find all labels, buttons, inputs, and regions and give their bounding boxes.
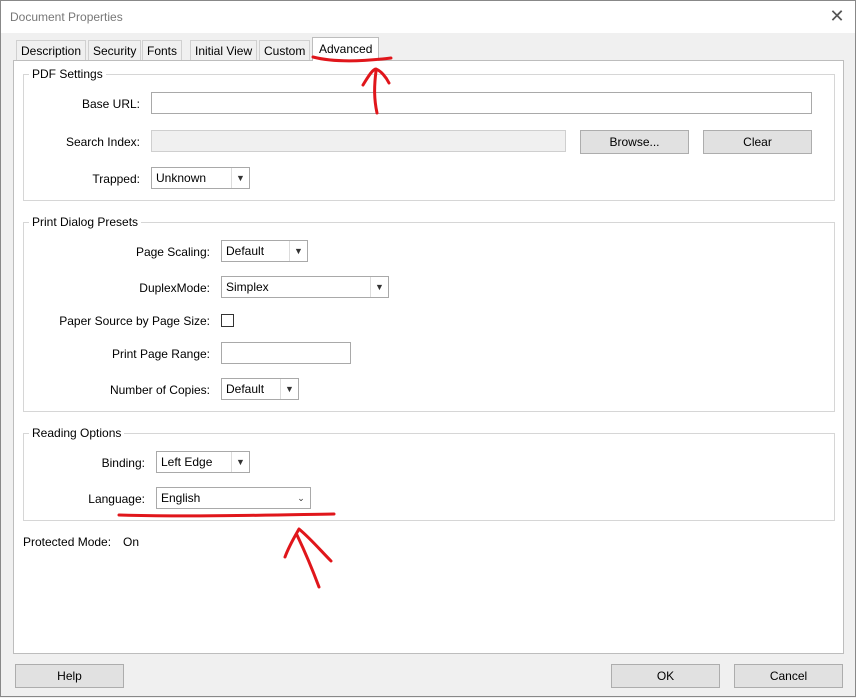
print-page-range-input[interactable] bbox=[221, 342, 351, 364]
tab-initial-view[interactable]: Initial View bbox=[190, 40, 258, 60]
title-bar: Document Properties ✕ bbox=[1, 1, 855, 33]
pdf-settings-title: PDF Settings bbox=[29, 67, 106, 81]
window-title: Document Properties bbox=[10, 10, 123, 24]
number-of-copies-select[interactable]: Default ▼ bbox=[221, 378, 299, 400]
binding-select[interactable]: Left Edge ▼ bbox=[156, 451, 250, 473]
reading-options-title: Reading Options bbox=[29, 426, 125, 440]
cancel-button[interactable]: Cancel bbox=[734, 664, 843, 688]
paper-source-label: Paper Source by Page Size: bbox=[59, 314, 210, 328]
ok-button[interactable]: OK bbox=[611, 664, 720, 688]
clear-button[interactable]: Clear bbox=[703, 130, 812, 154]
protected-mode-label: Protected Mode: bbox=[23, 535, 112, 549]
language-value: English bbox=[161, 491, 201, 505]
language-select[interactable]: English ⌄ bbox=[156, 487, 311, 509]
duplex-mode-label: DuplexMode: bbox=[139, 281, 210, 295]
base-url-input[interactable] bbox=[151, 92, 812, 114]
language-label: Language: bbox=[88, 492, 145, 506]
search-index-field bbox=[151, 130, 566, 152]
chevron-down-icon: ▼ bbox=[231, 168, 249, 188]
tab-custom[interactable]: Custom bbox=[259, 40, 311, 60]
tab-fonts[interactable]: Fonts bbox=[142, 40, 183, 60]
search-index-label: Search Index: bbox=[65, 135, 140, 149]
chevron-down-icon: ▼ bbox=[289, 241, 307, 261]
binding-label: Binding: bbox=[101, 456, 145, 470]
base-url-label: Base URL: bbox=[81, 97, 140, 111]
duplex-mode-select[interactable]: Simplex ▼ bbox=[221, 276, 389, 298]
duplex-mode-value: Simplex bbox=[226, 280, 269, 294]
chevron-down-icon: ▼ bbox=[280, 379, 298, 399]
number-of-copies-label: Number of Copies: bbox=[109, 383, 210, 397]
chevron-down-icon: ⌄ bbox=[297, 493, 305, 503]
paper-source-checkbox[interactable] bbox=[221, 314, 234, 327]
page-scaling-value: Default bbox=[226, 244, 265, 258]
trapped-select[interactable]: Unknown ▼ bbox=[151, 167, 250, 189]
binding-value: Left Edge bbox=[161, 455, 213, 469]
browse-button[interactable]: Browse... bbox=[580, 130, 689, 154]
tab-security[interactable]: Security bbox=[88, 40, 142, 60]
page-scaling-select[interactable]: Default ▼ bbox=[221, 240, 308, 262]
help-button[interactable]: Help bbox=[15, 664, 124, 688]
close-icon[interactable]: ✕ bbox=[827, 6, 847, 26]
document-properties-dialog: Document Properties ✕ Description Securi… bbox=[0, 0, 856, 697]
print-page-range-label: Print Page Range: bbox=[111, 347, 210, 361]
trapped-value: Unknown bbox=[156, 171, 207, 185]
print-presets-title: Print Dialog Presets bbox=[29, 215, 142, 229]
page-scaling-label: Page Scaling: bbox=[135, 245, 210, 259]
protected-mode-value: On bbox=[123, 535, 140, 549]
number-of-copies-value: Default bbox=[226, 382, 265, 396]
trapped-label: Trapped: bbox=[92, 172, 140, 186]
reading-options-group bbox=[23, 433, 835, 521]
chevron-down-icon: ▼ bbox=[231, 452, 249, 472]
chevron-down-icon: ▼ bbox=[370, 277, 388, 297]
tab-advanced[interactable]: Advanced bbox=[312, 37, 380, 61]
tab-description[interactable]: Description bbox=[16, 40, 87, 60]
